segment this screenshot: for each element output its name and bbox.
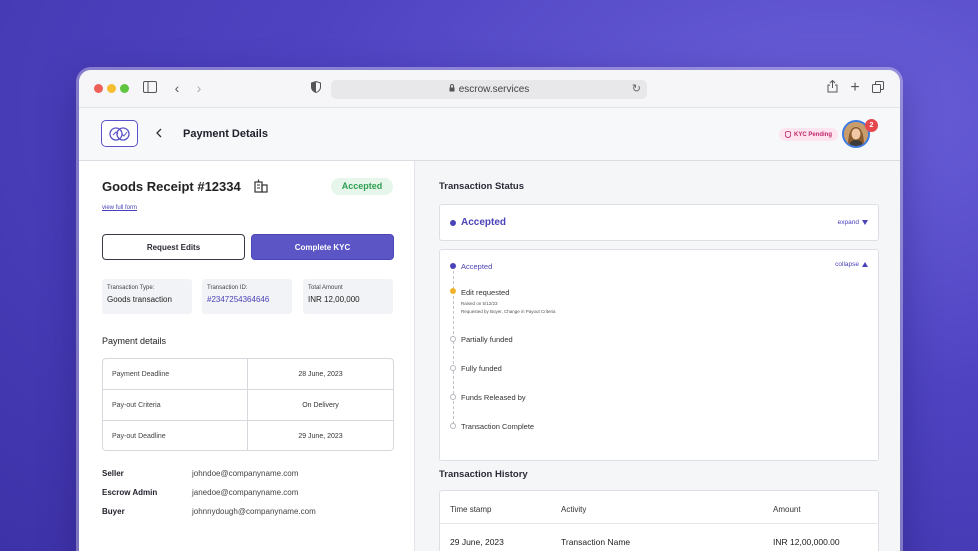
total-amount-card: Total Amount INR 12,00,000 — [303, 279, 393, 314]
column-header: Activity — [561, 505, 587, 514]
expand-toggle[interactable]: expand — [838, 219, 868, 226]
timeline-item: Fully funded — [461, 364, 502, 373]
complete-kyc-button[interactable]: Complete KYC — [251, 234, 394, 260]
column-header: Amount — [773, 505, 801, 514]
url-text: escrow.services — [458, 84, 530, 95]
table-value: On Delivery — [302, 401, 339, 409]
timeline-item: Funds Released by — [461, 393, 526, 402]
request-edits-button[interactable]: Request Edits — [102, 234, 245, 260]
receipt-title: Goods Receipt #12334 — [102, 179, 241, 194]
timeline-dot-pending — [450, 394, 456, 400]
app-header: Payment Details KYC Pending 2 — [79, 108, 900, 161]
transaction-id-label: Transaction ID: — [207, 285, 248, 291]
forward-icon[interactable]: › — [191, 80, 207, 96]
back-button[interactable] — [155, 125, 163, 141]
view-full-form-link[interactable]: view full form — [102, 205, 137, 211]
transaction-id-link[interactable]: #2347254364646 — [207, 295, 287, 304]
timeline-item: Edit requested — [461, 288, 510, 297]
party-email: johnnydough@companyname.com — [192, 507, 316, 516]
table-cell-timestamp: 29 June, 2023 — [450, 537, 504, 547]
building-icon — [254, 179, 268, 193]
timeline-dot-pending — [450, 423, 456, 429]
expand-label: expand — [837, 219, 859, 226]
table-cell-activity[interactable]: Transaction Name — [561, 537, 630, 547]
transaction-status-heading: Transaction Status — [439, 181, 524, 192]
timeline-item: Partially funded — [461, 335, 513, 344]
lock-icon — [449, 84, 455, 95]
divider — [440, 523, 878, 524]
total-amount-label: Total Amount — [308, 285, 343, 291]
transaction-history-heading: Transaction History — [439, 469, 528, 480]
sidebar-icon[interactable] — [142, 80, 158, 96]
timeline-item-note: Requested by Buyer, Change in Payout Cri… — [461, 309, 556, 314]
collapse-toggle[interactable]: collapse — [835, 261, 868, 268]
reload-icon[interactable]: ↻ — [632, 82, 641, 95]
table-row: Pay-out Deadline 29 June, 2023 — [103, 421, 393, 450]
status-badge: Accepted — [331, 178, 393, 195]
transaction-history-table: Time stamp Activity Amount 29 June, 2023… — [439, 490, 879, 551]
party-role: Buyer — [102, 507, 125, 516]
kyc-status-badge[interactable]: KYC Pending — [779, 128, 839, 141]
timeline-dot-pending — [450, 336, 456, 342]
party-email: janedoe@companyname.com — [192, 488, 299, 497]
share-icon[interactable] — [824, 79, 840, 96]
kyc-badge-label: KYC Pending — [794, 131, 833, 138]
shield-icon[interactable] — [308, 80, 324, 96]
back-icon[interactable]: ‹ — [169, 80, 185, 96]
caret-down-icon — [862, 220, 868, 225]
payment-details-heading: Payment details — [102, 336, 167, 346]
table-row: Payment Deadline 28 June, 2023 — [103, 359, 393, 390]
party-email: johndoe@companyname.com — [192, 469, 299, 478]
minimize-window-button[interactable] — [107, 84, 116, 93]
browser-window: ‹ › escrow.services ↻ + Payment Details … — [79, 70, 900, 551]
column-header: Time stamp — [450, 505, 492, 514]
new-tab-icon[interactable]: + — [847, 80, 863, 96]
status-summary-card[interactable]: Accepted expand — [439, 204, 879, 241]
status-timeline-card: collapse Accepted Edit requested Raised … — [439, 249, 879, 461]
page-title: Payment Details — [183, 128, 268, 140]
tabs-overview-icon[interactable] — [870, 80, 886, 96]
notification-count-badge: 2 — [865, 119, 878, 132]
transaction-id-card: Transaction ID: #2347254364646 — [202, 279, 292, 314]
receipt-panel: Goods Receipt #12334 Accepted view full … — [79, 161, 414, 551]
transaction-type-label: Transaction Type: — [107, 285, 155, 291]
table-key: Pay-out Criteria — [103, 390, 248, 420]
table-key: Pay-out Deadline — [103, 421, 248, 450]
status-panel: Transaction Status Accepted expand colla… — [414, 161, 900, 551]
address-bar[interactable]: escrow.services ↻ — [331, 80, 647, 99]
party-role: Seller — [102, 469, 124, 478]
party-escrow-admin: Escrow Admin janedoe@companyname.com — [102, 488, 402, 497]
status-dot — [450, 220, 456, 226]
timeline-dot-pending — [450, 365, 456, 371]
total-amount-value: INR 12,00,000 — [308, 295, 360, 304]
table-value: 29 June, 2023 — [298, 433, 343, 440]
browser-toolbar: ‹ › escrow.services ↻ + — [79, 70, 900, 108]
party-buyer: Buyer johnnydough@companyname.com — [102, 507, 402, 516]
app-logo[interactable] — [101, 120, 138, 147]
timeline-item: Transaction Complete — [461, 422, 535, 431]
shield-icon — [785, 131, 791, 138]
table-row: Pay-out Criteria On Delivery — [103, 390, 393, 421]
current-status: Accepted — [461, 217, 507, 228]
collapse-label: collapse — [835, 261, 859, 268]
timeline-item: Accepted — [461, 262, 493, 271]
transaction-type-card: Transaction Type: Goods transaction — [102, 279, 192, 314]
chevron-left-icon — [156, 128, 162, 138]
maximize-window-button[interactable] — [120, 84, 129, 93]
table-cell-amount: INR 12,00,000.00 — [773, 537, 840, 547]
table-key: Payment Deadline — [103, 359, 248, 389]
party-role: Escrow Admin — [102, 488, 158, 497]
table-value: 28 June, 2023 — [298, 370, 343, 378]
caret-up-icon — [862, 262, 868, 267]
close-window-button[interactable] — [94, 84, 103, 93]
timeline-dot-done — [450, 263, 456, 269]
timeline-dot-warning — [450, 288, 456, 294]
logo-icon — [108, 126, 130, 141]
party-seller: Seller johndoe@companyname.com — [102, 469, 402, 478]
transaction-type-value: Goods transaction — [107, 295, 172, 304]
payment-details-table: Payment Deadline 28 June, 2023 Pay-out C… — [102, 358, 394, 451]
timeline-item-note: Raised on 5/12/23 — [461, 301, 498, 306]
